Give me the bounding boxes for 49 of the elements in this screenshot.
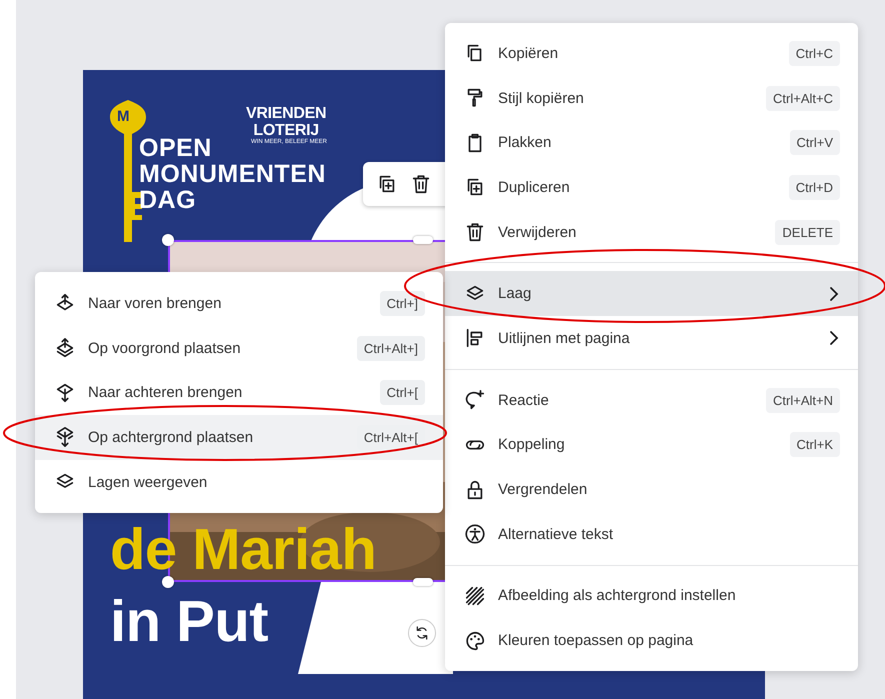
- shortcut-key: Ctrl+Alt+]: [356, 336, 425, 361]
- trash-icon: [410, 173, 432, 195]
- shortcut-key: Ctrl+]: [380, 290, 425, 316]
- chevron-right-icon: [828, 330, 840, 346]
- menu-item[interactable]: Kopiëren Ctrl+C: [445, 31, 858, 76]
- menu-item[interactable]: Koppeling Ctrl+K: [445, 422, 858, 468]
- menu-item[interactable]: Uitlijnen met pagina: [445, 316, 858, 361]
- menu-item[interactable]: Op voorgrond plaatsen Ctrl+Alt+]: [35, 326, 443, 370]
- menu-item[interactable]: Op achtergrond plaatsen Ctrl+Alt+[: [35, 415, 443, 460]
- menu-item[interactable]: Alternatieve tekst: [445, 512, 858, 557]
- bring-to-front-icon: [54, 337, 76, 360]
- trash-icon: [464, 221, 486, 244]
- menu-item[interactable]: Dupliceren Ctrl+D: [445, 165, 858, 210]
- title-text: OPEN: [139, 135, 212, 161]
- side-handle[interactable]: [413, 578, 433, 586]
- headline-text: in Put: [110, 590, 268, 654]
- title-text: MONUMENTEN: [139, 161, 326, 187]
- shortcut-key: DELETE: [775, 220, 840, 245]
- shortcut-key: Ctrl+Alt+C: [766, 86, 840, 111]
- menu-item[interactable]: Verwijderen DELETE: [445, 210, 858, 254]
- comment-add-icon: [464, 389, 486, 412]
- accessibility-icon: [464, 523, 486, 546]
- side-handle[interactable]: [413, 236, 433, 244]
- shortcut-key: Ctrl+D: [788, 174, 840, 200]
- shortcut-key: Ctrl+Alt+N: [766, 388, 840, 413]
- menu-item[interactable]: Kleuren toepassen op pagina: [445, 618, 858, 663]
- chevron-right-icon: [828, 286, 840, 302]
- menu-item[interactable]: Lagen weergeven: [35, 460, 443, 504]
- hatch-pattern-icon: [464, 584, 486, 607]
- menu-item[interactable]: Reactie Ctrl+Alt+N: [445, 378, 858, 422]
- shortcut-key: Ctrl+C: [788, 40, 840, 66]
- palette-icon: [464, 630, 486, 652]
- title-text: DAG: [139, 187, 196, 213]
- shortcut-key: Ctrl+K: [790, 432, 840, 458]
- send-to-back-icon: [54, 426, 76, 448]
- menu-item[interactable]: Plakken Ctrl+V: [445, 120, 858, 166]
- shortcut-key: Ctrl+[: [380, 380, 425, 406]
- menu-item[interactable]: Laag: [445, 271, 858, 316]
- menu-item[interactable]: Afbeelding als achtergrond instellen: [445, 574, 858, 618]
- key-letter: M: [117, 108, 130, 125]
- menu-item[interactable]: Stijl kopiëren Ctrl+Alt+C: [445, 76, 858, 120]
- rotate-icon: [414, 625, 430, 641]
- menu-item[interactable]: Naar voren brengen Ctrl+]: [35, 281, 443, 326]
- shortcut-key: Ctrl+V: [790, 130, 840, 156]
- resize-handle[interactable]: [162, 234, 174, 246]
- logo-text: VRIENDEN LOTERIJ: [246, 105, 326, 139]
- menu-item[interactable]: Vergrendelen: [445, 467, 858, 512]
- menu-item[interactable]: Naar achteren brengen Ctrl+[: [35, 370, 443, 416]
- send-backward-icon: [54, 382, 76, 404]
